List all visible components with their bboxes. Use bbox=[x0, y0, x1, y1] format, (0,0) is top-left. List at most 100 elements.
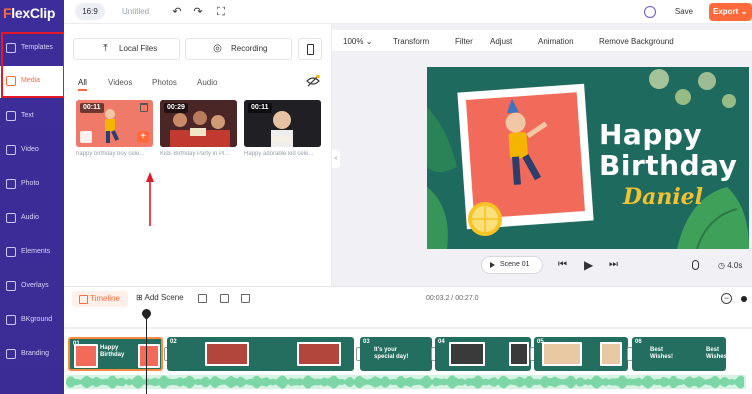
sidebar-item-branding[interactable]: Branding bbox=[0, 339, 64, 371]
media-icon bbox=[6, 76, 16, 86]
media-caption: happy birthday boy cele... bbox=[76, 151, 145, 157]
clip-thumb bbox=[74, 344, 98, 368]
export-button[interactable]: Export ⌄ bbox=[709, 3, 752, 21]
top-bar: 16:9 Untitled ↶ ↷ ⛶ Save Export ⌄ bbox=[64, 0, 752, 24]
hide-eye-icon[interactable] bbox=[306, 75, 320, 87]
collapse-panel-button[interactable]: ‹ bbox=[332, 150, 340, 168]
recording-button[interactable]: ◎ Recording bbox=[185, 38, 292, 60]
project-name[interactable]: Untitled bbox=[122, 7, 149, 16]
sidebar-item-templates[interactable]: Templates bbox=[0, 33, 64, 65]
audio-waveform[interactable] bbox=[66, 375, 746, 389]
canvas-title-line2[interactable]: Birthday bbox=[599, 149, 737, 182]
clock-icon: ◷ bbox=[718, 261, 725, 270]
delete-icon[interactable] bbox=[241, 294, 250, 303]
playhead[interactable] bbox=[146, 309, 147, 394]
redo-icon[interactable]: ↷ bbox=[191, 5, 205, 19]
add-icon[interactable]: + bbox=[137, 131, 149, 143]
add-scene-button[interactable]: ⊞ Add Scene bbox=[136, 293, 184, 302]
zoom-select[interactable]: 100% ⌄ bbox=[343, 37, 372, 46]
filter-button[interactable]: Filter bbox=[455, 37, 473, 46]
media-item[interactable]: 00:11 + bbox=[76, 100, 153, 147]
adjust-button[interactable]: Adjust bbox=[490, 37, 512, 46]
canvas-name-text[interactable]: Daniel bbox=[623, 184, 703, 210]
filter-all[interactable]: All bbox=[78, 78, 87, 91]
video-canvas[interactable]: Happy Birthday Daniel bbox=[427, 67, 749, 249]
clip-thumb bbox=[138, 344, 160, 368]
orange-slice-image bbox=[468, 202, 502, 236]
sidebar-item-overlays[interactable]: Overlays bbox=[0, 271, 64, 303]
skip-back-icon[interactable]: ⏮ bbox=[558, 259, 567, 271]
clip-thumb bbox=[542, 342, 582, 366]
photo-icon bbox=[6, 179, 16, 189]
branding-icon bbox=[6, 349, 16, 359]
split-icon[interactable] bbox=[198, 294, 207, 303]
filter-audio[interactable]: Audio bbox=[197, 78, 217, 87]
media-item[interactable]: 00:29 bbox=[160, 100, 237, 147]
edit-toolbar: 100% ⌄ Transform Filter Adjust Animation… bbox=[332, 30, 752, 52]
play-icon[interactable]: ▶ bbox=[584, 259, 593, 271]
timeline-clip-02[interactable]: 02 bbox=[167, 337, 354, 371]
timeline-clip-03[interactable]: 03 It's your special day! bbox=[360, 337, 432, 371]
sidebar-item-photo[interactable]: Photo bbox=[0, 169, 64, 201]
sidebar-item-audio[interactable]: Audio bbox=[0, 203, 64, 235]
clip-thumb bbox=[600, 342, 622, 366]
timeline-clip-06[interactable]: 06 Best Wishes! Best Wishes! bbox=[632, 337, 726, 371]
clip-thumb bbox=[205, 342, 249, 366]
undo-icon[interactable]: ↶ bbox=[170, 5, 184, 19]
clip-thumb bbox=[509, 342, 529, 366]
microphone-icon[interactable] bbox=[692, 260, 699, 270]
duplicate-icon[interactable] bbox=[220, 294, 229, 303]
sidebar-item-text[interactable]: Text bbox=[0, 101, 64, 133]
media-caption: Kids Birthday Party in Pl... bbox=[160, 151, 230, 157]
save-button[interactable]: Save bbox=[667, 3, 701, 21]
chevron-down-icon: ⌄ bbox=[365, 37, 373, 46]
crop-icon[interactable] bbox=[80, 131, 92, 143]
timeline-tab[interactable]: Timeline bbox=[72, 291, 128, 307]
filter-videos[interactable]: Videos bbox=[108, 78, 132, 87]
scene-duration[interactable]: ◷ 4.0s bbox=[718, 261, 742, 270]
templates-icon bbox=[6, 43, 16, 53]
video-icon bbox=[6, 145, 16, 155]
timeline-clip-01[interactable]: 01 Happy Birthday bbox=[68, 337, 163, 371]
animation-button[interactable]: Animation bbox=[538, 37, 574, 46]
play-scene-button[interactable]: Scene 01 bbox=[481, 256, 543, 274]
phone-icon bbox=[307, 44, 314, 55]
clip-thumb bbox=[297, 342, 341, 366]
timeline-ruler bbox=[64, 327, 752, 329]
timeline-time: 00:03.2 / 00:27.0 bbox=[426, 295, 479, 302]
record-icon: ◎ bbox=[213, 43, 222, 54]
sidebar-item-background[interactable]: BKground bbox=[0, 305, 64, 337]
overlays-icon bbox=[6, 281, 16, 291]
delete-icon[interactable] bbox=[140, 103, 148, 112]
timeline-clip-05[interactable]: 05 bbox=[534, 337, 628, 371]
fullscreen-icon[interactable]: ⛶ bbox=[214, 5, 228, 19]
local-files-button[interactable]: ⤒ Local Files bbox=[73, 38, 180, 60]
media-item[interactable]: 00:11 bbox=[244, 100, 321, 147]
sidebar-item-video[interactable]: Video bbox=[0, 135, 64, 167]
flexclip-editor: FlexClip Templates Media Text Video Phot… bbox=[0, 0, 752, 394]
aspect-ratio-button[interactable]: 16:9 bbox=[75, 3, 105, 20]
zoom-out-icon[interactable]: − bbox=[721, 293, 732, 304]
upload-icon: ⤒ bbox=[103, 43, 108, 54]
phone-upload-button[interactable] bbox=[298, 38, 322, 60]
sidebar-item-elements[interactable]: Elements bbox=[0, 237, 64, 269]
chevron-down-icon: ⌄ bbox=[740, 7, 748, 16]
zoom-slider-handle[interactable] bbox=[741, 296, 747, 302]
background-icon bbox=[6, 315, 16, 325]
text-icon bbox=[6, 111, 16, 121]
transform-button[interactable]: Transform bbox=[393, 37, 429, 46]
player-controls: Scene 01 ⏮ ▶ ⏭ ◷ 4.0s bbox=[332, 253, 752, 279]
remove-background-button[interactable]: Remove Background bbox=[599, 37, 674, 46]
clip-thumb bbox=[449, 342, 485, 366]
timeline-clip-04[interactable]: 04 bbox=[435, 337, 531, 371]
canvas-title-line1[interactable]: Happy bbox=[599, 118, 702, 151]
pointer-arrow bbox=[146, 172, 154, 226]
sidebar-item-media[interactable]: Media bbox=[0, 66, 64, 98]
audio-icon bbox=[6, 213, 16, 223]
chat-icon[interactable] bbox=[644, 6, 656, 18]
skip-forward-icon[interactable]: ⏭ bbox=[609, 259, 618, 271]
play-icon bbox=[490, 262, 495, 268]
flexclip-logo[interactable]: FlexClip bbox=[3, 5, 55, 23]
media-panel: ⤒ Local Files ◎ Recording All Videos Pho… bbox=[64, 24, 332, 286]
filter-photos[interactable]: Photos bbox=[152, 78, 177, 87]
